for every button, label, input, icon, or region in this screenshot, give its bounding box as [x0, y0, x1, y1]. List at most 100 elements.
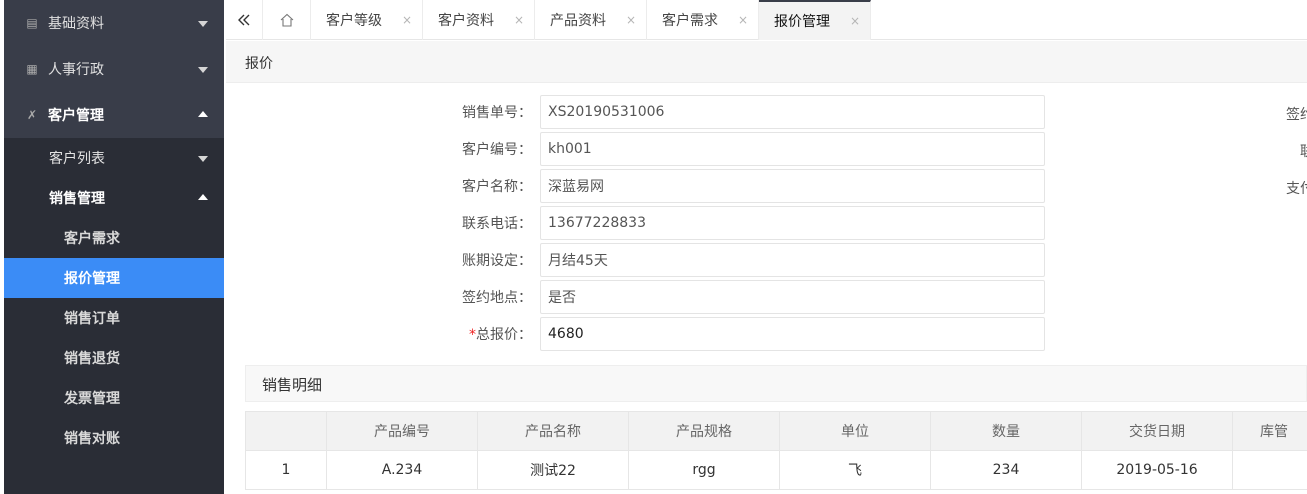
table-header-row: 产品编号 产品名称 产品规格 单位 数量 交货日期 库管	[245, 411, 1307, 451]
column-header-warehouse-keeper[interactable]: 库管	[1232, 411, 1307, 451]
right-field-label: 支付	[1286, 181, 1307, 197]
customer-management-submenu: 客户列表 销售管理 客户需求 报价管理 销售订单 销售退货 发票管理 销售对账	[4, 138, 224, 494]
form-row-phone: 联系电话： 13677228833	[430, 206, 1045, 240]
close-icon[interactable]: ×	[738, 13, 748, 27]
sidebar-item-label: 发票管理	[64, 391, 120, 407]
sidebar-item-quotation-management[interactable]: 报价管理	[4, 258, 224, 298]
nav-group-label: 人事行政	[48, 62, 104, 78]
table-cell	[1232, 450, 1307, 490]
sales-number-input[interactable]: XS20190531006	[540, 95, 1045, 129]
sidebar-item-sales-order[interactable]: 销售订单	[4, 298, 224, 338]
close-icon[interactable]: ×	[626, 13, 636, 27]
sidebar-item-invoice-management[interactable]: 发票管理	[4, 378, 224, 418]
table-cell: 234	[930, 450, 1082, 490]
signing-location-input[interactable]: 是否	[540, 280, 1045, 314]
customer-code-input[interactable]: kh001	[540, 132, 1045, 166]
sidebar-item-label: 销售退货	[64, 351, 120, 367]
nav-group-customer-management[interactable]: ✗ 客户管理	[4, 92, 224, 138]
table-cell: A.234	[326, 450, 478, 490]
chevron-down-icon	[198, 156, 208, 162]
table-cell: 测试22	[477, 450, 629, 490]
table-cell: 1	[245, 450, 327, 490]
form-row-total-quote: *总报价： 4680	[430, 317, 1045, 351]
tab-product-profile[interactable]: 产品资料 ×	[535, 0, 647, 40]
form-row-customer-code: 客户编号： kh001	[430, 132, 1045, 166]
tab-home[interactable]	[263, 0, 311, 40]
form-row-customer-name: 客户名称： 深蓝易网	[430, 169, 1045, 203]
double-chevron-left-icon	[238, 14, 250, 26]
tab-quotation-management[interactable]: 报价管理 ×	[759, 0, 871, 40]
field-label: 客户名称：	[462, 179, 532, 195]
column-header-index	[245, 411, 327, 451]
close-icon[interactable]: ×	[514, 13, 524, 27]
sidebar-item-customer-demand[interactable]: 客户需求	[4, 218, 224, 258]
chevron-up-icon	[198, 194, 208, 200]
total-quote-input[interactable]: 4680	[540, 317, 1045, 351]
right-field-label: 签约	[1286, 107, 1307, 123]
sidebar-item-customer-list[interactable]: 客户列表	[4, 138, 224, 178]
page-header: 报价	[226, 41, 1307, 83]
tab-label: 客户资料	[438, 13, 494, 29]
home-icon	[280, 13, 293, 27]
grid-icon: ▦	[26, 62, 38, 76]
tab-customer-demand[interactable]: 客户需求 ×	[647, 0, 759, 40]
tab-customer-profile[interactable]: 客户资料 ×	[423, 0, 535, 40]
form-row-signing-location: 签约地点： 是否	[430, 280, 1045, 314]
sales-detail-table: 产品编号 产品名称 产品规格 单位 数量 交货日期 库管 1 A.234 测试2…	[245, 411, 1307, 490]
sidebar-item-label: 销售订单	[64, 311, 120, 327]
sidebar-item-sales-reconciliation[interactable]: 销售对账	[4, 418, 224, 458]
nav-group-label: 客户管理	[48, 108, 104, 124]
sidebar-item-label: 报价管理	[64, 271, 120, 287]
chevron-up-icon	[198, 111, 208, 117]
tab-customer-level[interactable]: 客户等级 ×	[311, 0, 423, 40]
column-header-product-spec[interactable]: 产品规格	[628, 411, 780, 451]
chevron-down-icon	[198, 21, 208, 27]
column-header-delivery-date[interactable]: 交货日期	[1081, 411, 1233, 451]
table-cell: rgg	[628, 450, 780, 490]
field-label: 账期设定：	[462, 253, 532, 269]
sidebar-item-label: 客户列表	[49, 151, 105, 167]
sidebar-item-sales-management[interactable]: 销售管理	[4, 178, 224, 218]
tab-label: 产品资料	[550, 13, 606, 29]
tab-label: 报价管理	[774, 14, 830, 30]
collapse-sidebar-button[interactable]	[226, 0, 263, 40]
column-header-unit[interactable]: 单位	[779, 411, 931, 451]
customer-name-input[interactable]: 深蓝易网	[540, 169, 1045, 203]
phone-input[interactable]: 13677228833	[540, 206, 1045, 240]
sidebar-item-label: 客户需求	[64, 231, 120, 247]
sidebar: ▤ 基础资料 ▦ 人事行政 ✗ 客户管理 客户列表 销售管理 客户需求 报价管理…	[4, 0, 224, 494]
column-header-quantity[interactable]: 数量	[930, 411, 1082, 451]
sales-detail-header: 销售明细	[245, 365, 1307, 402]
right-field-label: 联	[1300, 141, 1307, 161]
required-mark: *	[469, 327, 476, 343]
payment-term-input[interactable]: 月结45天	[540, 243, 1045, 277]
field-label: *总报价：	[430, 324, 540, 344]
close-icon[interactable]: ×	[402, 13, 412, 27]
list-icon: ▤	[26, 16, 38, 30]
sidebar-item-label: 销售管理	[49, 191, 105, 207]
tab-bar: 客户等级 × 客户资料 × 产品资料 × 客户需求 × 报价管理 ×	[226, 0, 1307, 40]
table-cell: 2019-05-16	[1081, 450, 1233, 490]
field-label: 签约地点：	[462, 290, 532, 306]
tab-label: 客户需求	[662, 13, 718, 29]
field-label: 销售单号：	[462, 105, 532, 121]
form-row-payment-term: 账期设定： 月结45天	[430, 243, 1045, 277]
field-label: 联系电话：	[462, 216, 532, 232]
table-cell: 飞	[779, 450, 931, 490]
close-icon[interactable]: ×	[850, 14, 860, 28]
form-row-sales-number: 销售单号： XS20190531006	[430, 95, 1045, 129]
chevron-down-icon	[198, 67, 208, 73]
nav-group-basic-data[interactable]: ▤ 基础资料	[4, 0, 224, 46]
tab-label: 客户等级	[326, 13, 382, 29]
column-header-product-name[interactable]: 产品名称	[477, 411, 629, 451]
nav-group-hr-admin[interactable]: ▦ 人事行政	[4, 46, 224, 92]
sidebar-item-label: 销售对账	[64, 431, 120, 447]
tools-icon: ✗	[26, 108, 38, 122]
column-header-product-code[interactable]: 产品编号	[326, 411, 478, 451]
page-title: 报价	[245, 56, 273, 72]
sidebar-item-sales-return[interactable]: 销售退货	[4, 338, 224, 378]
section-title: 销售明细	[262, 376, 323, 394]
field-label: 客户编号：	[462, 142, 532, 158]
table-row[interactable]: 1 A.234 测试22 rgg 飞 234 2019-05-16	[245, 450, 1307, 490]
nav-group-label: 基础资料	[48, 16, 104, 32]
